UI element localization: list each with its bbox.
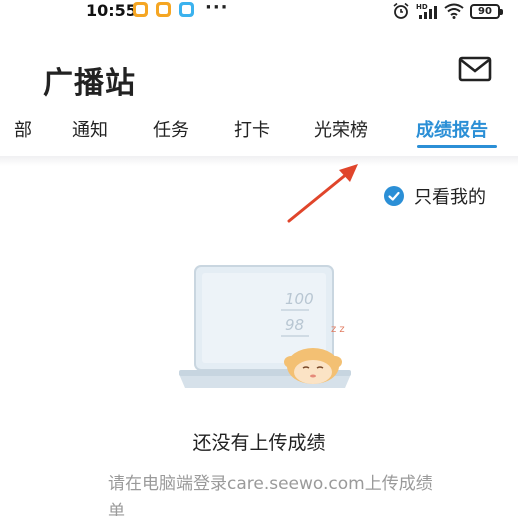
notification-gallery-icon bbox=[179, 2, 194, 17]
tab-notices[interactable]: 通知 bbox=[72, 116, 108, 142]
more-notifications-icon: ··· bbox=[205, 0, 229, 18]
tab-all[interactable]: 部 bbox=[14, 116, 32, 142]
status-indicators: HD 90 bbox=[392, 2, 503, 20]
empty-state-description: 请在电脑端登录care.seewo.com上传成绩单 bbox=[108, 474, 433, 516]
status-bar: 10:55 ··· HD 90 bbox=[0, 0, 518, 22]
battery-indicator: 90 bbox=[470, 3, 503, 19]
notification-app-icon bbox=[156, 2, 171, 17]
signal-hd-label: HD bbox=[416, 3, 428, 11]
mail-icon[interactable] bbox=[458, 56, 492, 82]
score-100-text: 100 bbox=[285, 290, 314, 308]
status-time: 10:55 bbox=[86, 1, 137, 20]
score-98-text: 98 bbox=[285, 316, 304, 334]
tab-bar-divider bbox=[0, 156, 518, 166]
active-tab-indicator bbox=[417, 145, 497, 148]
tab-score-report[interactable]: 成绩报告 bbox=[416, 116, 488, 142]
sleep-zz-text: z z bbox=[331, 324, 345, 335]
only-mine-label: 只看我的 bbox=[414, 187, 486, 208]
alarm-icon bbox=[393, 2, 409, 19]
empty-laptop-illustration: 100 98 z z bbox=[179, 265, 351, 388]
tab-tasks[interactable]: 任务 bbox=[153, 116, 189, 142]
wifi-icon bbox=[444, 3, 464, 19]
page-title: 广播站 bbox=[43, 66, 136, 101]
empty-state-title: 还没有上传成绩 bbox=[192, 432, 326, 454]
notification-app-icon bbox=[133, 2, 148, 17]
tab-honor-roll[interactable]: 光荣榜 bbox=[314, 116, 368, 142]
annotation-arrow-icon bbox=[287, 164, 358, 223]
only-mine-filter[interactable]: 只看我的 bbox=[384, 184, 486, 208]
tab-checkin[interactable]: 打卡 bbox=[234, 116, 270, 142]
check-circle-icon[interactable] bbox=[384, 186, 404, 206]
cellular-signal-icon: HD bbox=[416, 3, 437, 19]
